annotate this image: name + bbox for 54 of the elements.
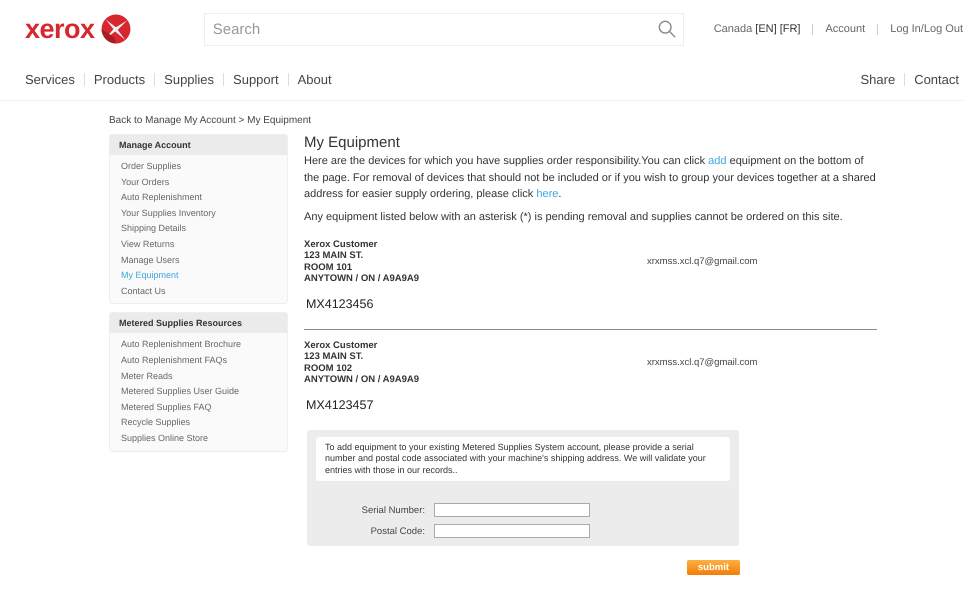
address-line: ROOM 101 <box>304 262 354 273</box>
address-line: ANYTOWN / ON / A9A9A9 <box>304 273 420 284</box>
header-link[interactable]: Account <box>825 23 866 35</box>
serial-number: MX4123456 <box>306 296 374 310</box>
address-line: ROOM 102 <box>304 362 354 374</box>
panel-title: Manage Account <box>110 135 287 155</box>
sidebar-link[interactable]: Meter Reads <box>121 368 287 384</box>
sphere-icon <box>98 12 133 46</box>
note-text: Any equipment listed below with an asterisk (*) is pending removal and supplies cannot be ordered on this site. <box>304 210 844 222</box>
info-text: To add equipment to your existing Metered Supplies System account, please provide a serial number and postal code associated with your machine's shipping address. We will validate your entries with those in our records.. <box>316 436 730 481</box>
sidebar-link[interactable]: View Returns <box>121 236 287 253</box>
sidebar-link[interactable]: Metered Supplies User Guide <box>121 384 287 400</box>
sidebar-link[interactable]: Metered Supplies FAQ <box>121 400 287 416</box>
page-title: My Equipment <box>304 134 401 151</box>
address-line: Xerox Customer <box>304 340 378 351</box>
nav-link[interactable]: Contact <box>914 72 959 86</box>
intro-text: Here are the devices for which you have supplies order responsibility.You can click add equipment on the bottom of the page. For removal of devices that should not be included or if you wish to group your devices together at a shared address for easier supply ordering, please click here. <box>304 154 877 202</box>
language-link[interactable]: [FR] <box>780 23 800 35</box>
header-link[interactable]: Log In/Log Out <box>890 23 963 35</box>
address-line: 123 MAIN ST. <box>304 250 364 262</box>
nav-link[interactable]: Services <box>25 72 75 86</box>
input-field[interactable] <box>434 524 590 538</box>
nav-link[interactable]: Products <box>94 72 146 86</box>
language-link[interactable]: [EN] <box>755 23 777 35</box>
country-label: Canada <box>714 23 752 35</box>
serial-number: MX4123457 <box>306 398 374 412</box>
sidebar-link[interactable]: Recycle Supplies <box>121 415 287 431</box>
sidebar-link[interactable]: Auto Replenishment <box>121 190 287 206</box>
nav-link[interactable]: Share <box>860 72 896 86</box>
address-line: ANYTOWN / ON / A9A9A9 <box>304 374 420 386</box>
sidebar-link[interactable]: Manage Users <box>121 252 287 268</box>
field-label: Serial Number: <box>360 504 425 516</box>
search-icon[interactable] <box>658 20 676 38</box>
nav-link[interactable]: About <box>298 72 332 86</box>
sidebar-link[interactable]: Auto Replenishment Brochure <box>121 337 287 353</box>
sidebar-link[interactable]: Order Supplies <box>121 159 287 175</box>
sidebar-link[interactable]: Supplies Online Store <box>121 430 287 446</box>
email-text: xrxmss.xcl.q7@gmail.com <box>647 357 758 368</box>
breadcrumb[interactable]: Back to Manage My Account > My Equipment <box>109 115 963 126</box>
sidebar-link[interactable]: Auto Replenishment FAQs <box>121 352 287 369</box>
search-field[interactable]: Search <box>204 12 684 46</box>
sidebar-link[interactable]: Your Orders <box>121 174 287 190</box>
field-label: Postal Code: <box>370 526 425 536</box>
input-field[interactable] <box>434 503 590 517</box>
address-line: 123 MAIN ST. <box>304 351 364 362</box>
logo-text[interactable]: xerox <box>25 14 95 44</box>
sidebar-link[interactable]: Your Supplies Inventory <box>121 206 287 222</box>
sidebar-link[interactable]: Contact Us <box>121 284 287 300</box>
email-text: xrxmss.xcl.q7@gmail.com <box>647 256 758 267</box>
nav-link[interactable]: Supplies <box>164 72 214 86</box>
nav-link[interactable]: Support <box>233 72 279 86</box>
sidebar-link[interactable]: Shipping Details <box>121 221 287 237</box>
address-line: Xerox Customer <box>304 238 378 250</box>
panel-title: Metered Supplies Resources <box>110 313 287 334</box>
